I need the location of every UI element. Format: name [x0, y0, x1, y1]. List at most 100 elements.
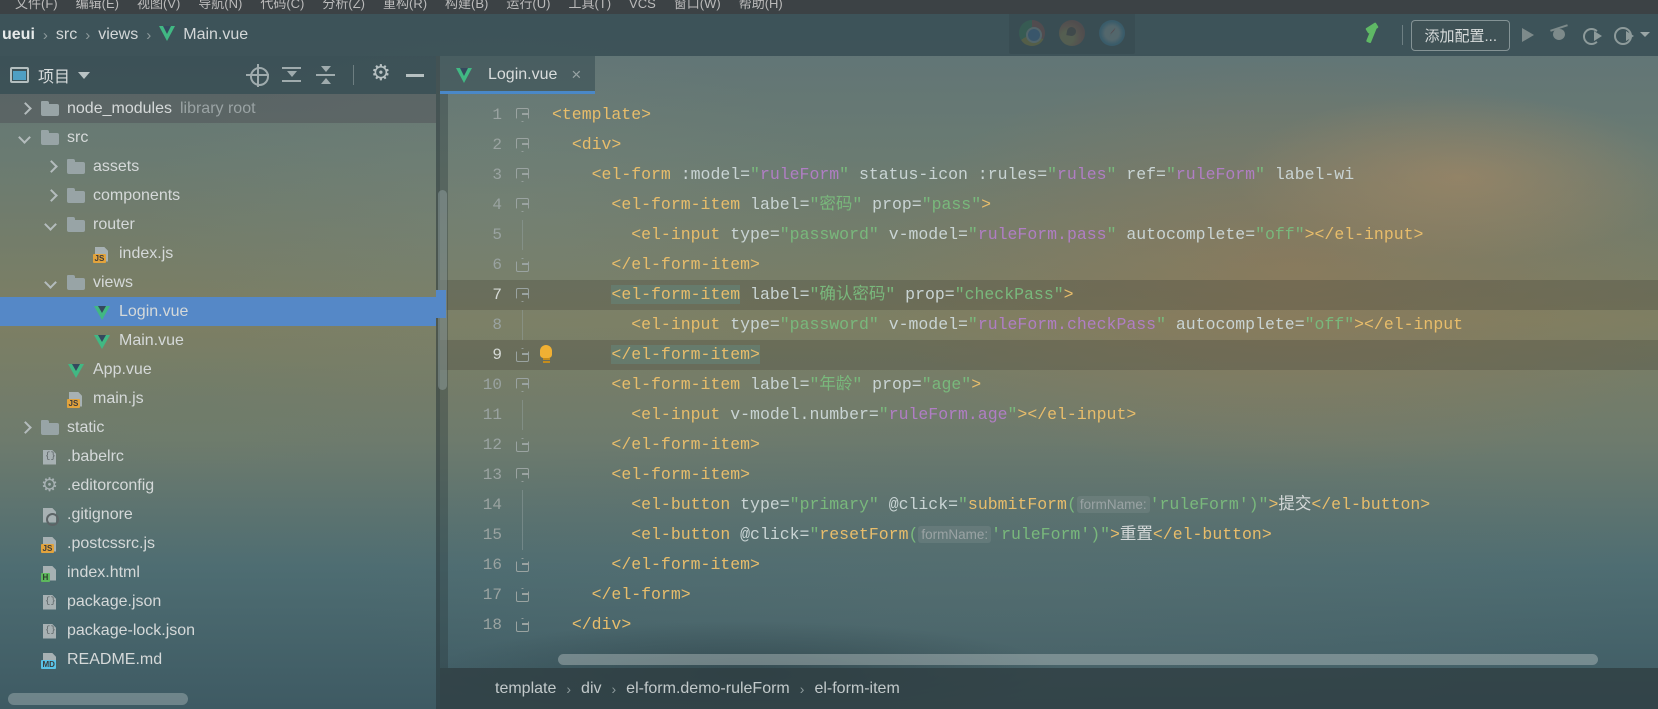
code-fold-up-icon[interactable] [512, 250, 532, 280]
code-fold-down-icon[interactable] [512, 370, 532, 400]
tree-item-src[interactable]: src [0, 123, 436, 152]
breadcrumb-item-3[interactable]: Main.vue [159, 26, 248, 44]
close-icon[interactable]: × [571, 65, 581, 85]
tree-item--postcssrc-js[interactable]: JS .postcssrc.js [0, 529, 436, 558]
chevron-down-icon[interactable] [44, 218, 58, 232]
chevron-right-icon[interactable] [44, 160, 58, 174]
code-fold-up-icon[interactable] [512, 430, 532, 460]
settings-gear-icon[interactable] [366, 60, 396, 89]
editor-horizontal-scrollbar[interactable] [558, 654, 1598, 665]
code-area[interactable]: 1 <template> 2 <div> 3 <el-form :model="rul… [440, 94, 1658, 668]
editor-breadcrumb-item-1[interactable]: div [581, 680, 601, 698]
tree-item--babelrc[interactable]: .babelrc [0, 442, 436, 471]
code-fold-up-icon[interactable] [512, 550, 532, 580]
code-line[interactable]: <el-input type="password" v-model="ruleF… [552, 220, 1423, 250]
code-token-str: "password" [779, 225, 879, 244]
tree-item-main-js[interactable]: JS main.js [0, 384, 436, 413]
tree-item-login-vue[interactable]: Login.vue [0, 297, 436, 326]
code-fold-up-icon[interactable] [512, 340, 532, 370]
menu-item-4[interactable]: 代码(C) [251, 0, 313, 11]
chevron-right-icon[interactable] [44, 189, 58, 203]
editor-tab-login-vue[interactable]: Login.vue × [440, 56, 596, 94]
code-line[interactable]: <el-form :model="ruleForm" status-icon :… [552, 160, 1355, 190]
chevron-down-icon[interactable] [44, 276, 58, 290]
menu-item-10[interactable]: VCS [620, 0, 665, 11]
code-fold-down-icon[interactable] [512, 130, 532, 160]
tree-item-assets[interactable]: assets [0, 152, 436, 181]
coverage-icon[interactable] [1576, 21, 1606, 49]
code-line[interactable]: </el-form-item> [552, 250, 760, 280]
menu-item-9[interactable]: 工具(T) [559, 0, 620, 11]
project-tree[interactable]: node_modules library root src assets compone… [0, 94, 436, 692]
chevron-down-icon[interactable] [18, 131, 32, 145]
expand-all-icon[interactable] [277, 61, 307, 89]
project-horizontal-scrollbar[interactable] [8, 693, 188, 705]
tree-item-app-vue[interactable]: App.vue [0, 355, 436, 384]
editor-breadcrumb-item-0[interactable]: template [495, 680, 556, 698]
code-line[interactable]: </div> [552, 610, 631, 640]
minimize-icon[interactable] [400, 61, 430, 89]
menu-item-8[interactable]: 运行(U) [497, 0, 559, 11]
menu-item-0[interactable]: 文件(F) [6, 0, 67, 11]
tree-item--gitignore[interactable]: .gitignore [0, 500, 436, 529]
tree-item-static[interactable]: static [0, 413, 436, 442]
code-line[interactable]: <el-input type="password" v-model="ruleF… [552, 310, 1463, 340]
code-fold-up-icon[interactable] [512, 580, 532, 610]
tree-item-package-lock-json[interactable]: package-lock.json [0, 616, 436, 645]
breadcrumb-item-0[interactable]: ueui [2, 26, 35, 44]
profile-icon[interactable] [1608, 21, 1638, 49]
editor-breadcrumb-item-3[interactable]: el-form-item [814, 680, 899, 698]
tree-item--editorconfig[interactable]: .editorconfig [0, 471, 436, 500]
menu-item-6[interactable]: 重构(R) [374, 0, 436, 11]
code-line[interactable]: </el-form-item> [552, 550, 760, 580]
code-fold-down-icon[interactable] [512, 280, 532, 310]
tree-item-router[interactable]: router [0, 210, 436, 239]
code-line[interactable]: <el-input v-model.number="ruleForm.age">… [552, 400, 1136, 430]
run-icon[interactable] [1512, 21, 1542, 49]
menu-item-3[interactable]: 导航(N) [189, 0, 251, 11]
tree-item-index-html[interactable]: Hindex.html [0, 558, 436, 587]
code-line[interactable]: </el-form-item> [552, 430, 760, 460]
code-line[interactable]: <div> [552, 130, 622, 160]
code-line[interactable]: <el-form-item label="密码" prop="pass"> [552, 190, 991, 220]
menu-item-5[interactable]: 分析(Z) [313, 0, 374, 11]
code-line[interactable]: <el-button @click="resetForm(formName:'r… [552, 520, 1272, 550]
chevron-right-icon[interactable] [18, 421, 32, 435]
tree-item-main-vue[interactable]: Main.vue [0, 326, 436, 355]
menu-item-2[interactable]: 视图(V) [128, 0, 189, 11]
tree-item-node-modules[interactable]: node_modules library root [0, 94, 436, 123]
hammer-build-icon[interactable] [1362, 22, 1388, 48]
tree-item-views[interactable]: views [0, 268, 436, 297]
code-line[interactable]: <el-form-item label="确认密码" prop="checkPa… [552, 280, 1074, 310]
locate-icon[interactable] [243, 61, 273, 89]
code-fold-down-icon[interactable] [512, 460, 532, 490]
code-line[interactable]: <template> [552, 100, 651, 130]
chevron-down-icon[interactable] [1638, 21, 1652, 49]
chevron-down-icon[interactable] [78, 71, 91, 79]
tree-item-components[interactable]: components [0, 181, 436, 210]
add-configuration-button[interactable]: 添加配置... [1411, 19, 1510, 51]
code-fold-down-icon[interactable] [512, 160, 532, 190]
code-line[interactable]: <el-form-item> [552, 460, 750, 490]
menu-item-12[interactable]: 帮助(H) [730, 0, 792, 11]
code-fold-up-icon[interactable] [512, 610, 532, 640]
menu-item-1[interactable]: 编辑(E) [67, 0, 128, 11]
menu-item-11[interactable]: 窗口(W) [665, 0, 730, 11]
tree-item-index-js[interactable]: JS index.js [0, 239, 436, 268]
code-fold-down-icon[interactable] [512, 190, 532, 220]
breadcrumb-item-1[interactable]: src [56, 26, 77, 44]
code-line[interactable]: </el-form> [552, 580, 691, 610]
code-line[interactable]: <el-form-item label="年龄" prop="age"> [552, 370, 981, 400]
code-line[interactable]: </el-form-item> [552, 340, 760, 370]
debug-icon[interactable] [1544, 21, 1574, 49]
code-line[interactable]: <el-button type="primary" @click="submit… [552, 490, 1430, 520]
editor-breadcrumb-item-2[interactable]: el-form.demo-ruleForm [626, 680, 790, 698]
code-fold-down-icon[interactable] [512, 100, 532, 130]
menu-item-7[interactable]: 构建(B) [436, 0, 497, 11]
tree-item-readme-md[interactable]: MD README.md [0, 645, 436, 674]
chevron-right-icon[interactable] [18, 102, 32, 116]
breadcrumb-item-2[interactable]: views [98, 26, 138, 44]
collapse-all-icon[interactable] [311, 61, 341, 89]
tree-item-package-json[interactable]: package.json [0, 587, 436, 616]
